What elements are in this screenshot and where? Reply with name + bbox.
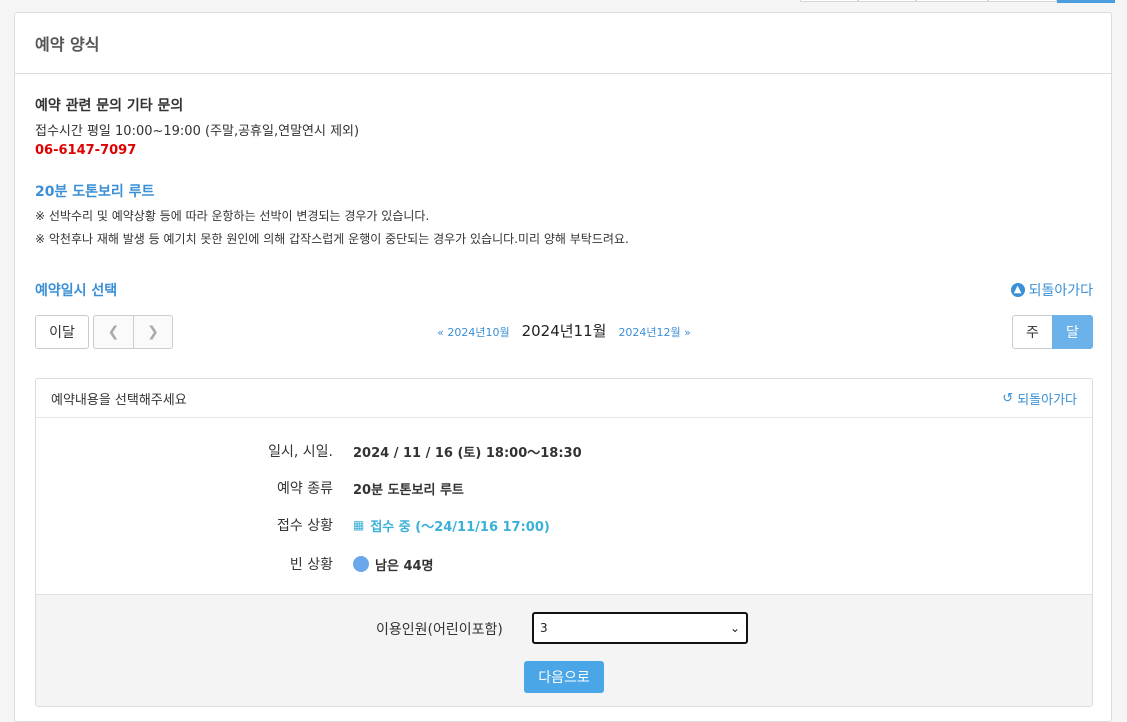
notice-vessel-change: ※ 선박수리 및 예약상황 등에 따라 운항하는 선박이 변경되는 경우가 있습… (35, 209, 430, 223)
undo-icon: ↺ (1002, 390, 1014, 406)
double-chevron-right-icon: » (684, 326, 691, 339)
month-navigation: « 2024년10월 2024년11월 2024년12월 » (35, 320, 1093, 341)
reservation-form-panel: 예약 양식 예약 관련 문의 기타 문의 접수시간 평일 10:00~19:00… (14, 12, 1112, 722)
top-tabs (800, 0, 1115, 3)
detail-row-availability: 빈 상황 남은 44명 (36, 554, 1092, 574)
reception-hours: 접수시간 평일 10:00~19:00 (주말,공휴일,연말연시 제외) (35, 124, 360, 139)
detail-row-type: 예약 종류 20분 도톤보리 루트 (277, 481, 464, 498)
chevron-down-icon: ⌄ (729, 621, 740, 635)
notice-weather: ※ 악천후나 재해 발생 등 예기치 못한 원인에 의해 갑작스럽게 운행이 중… (35, 232, 629, 246)
route-title: 20분 도톤보리 루트 (35, 184, 155, 200)
detail-heading: 예약내용을 선택해주세요 ↺ 되돌아가다 (36, 379, 1092, 418)
next-month-link[interactable]: 2024년12월 » (618, 324, 690, 340)
inquiry-title: 예약 관련 문의 기타 문의 (35, 98, 184, 114)
people-form: 이용인원(어린이포함) 3 ⌄ 다음으로 (36, 594, 1092, 706)
panel-title: 예약 양식 (15, 13, 1111, 74)
month-view-button[interactable]: 달 (1052, 315, 1093, 349)
top-tab[interactable] (988, 0, 1057, 2)
detail-row-status: 접수 상황 ▦ 접수 중 (～24/11/16 17:00) (36, 515, 1092, 535)
back-link-top[interactable]: ▲ 되돌아가다 (1010, 280, 1093, 300)
people-select[interactable]: 3 ⌄ (532, 612, 748, 644)
prev-month-link[interactable]: « 2024년10월 (437, 324, 509, 340)
current-month: 2024년11월 (521, 322, 607, 340)
availability-value: 남은 44명 (375, 558, 434, 574)
reservation-detail-panel: 예약내용을 선택해주세요 ↺ 되돌아가다 일시, 시일. 2024 / 11 /… (35, 378, 1093, 707)
next-step-button[interactable]: 다음으로 (524, 661, 604, 693)
detail-back-link[interactable]: ↺ 되돌아가다 (1002, 389, 1077, 408)
detail-heading-text: 예약내용을 선택해주세요 (51, 392, 187, 408)
status-value: 접수 중 (～24/11/16 17:00) (370, 519, 550, 535)
double-chevron-left-icon: « (437, 326, 444, 339)
arrow-up-circle-icon: ▲ (1010, 283, 1025, 297)
top-tab-active[interactable] (1057, 0, 1115, 3)
top-tab[interactable] (858, 0, 916, 2)
availability-dot-icon (353, 556, 369, 572)
detail-row-datetime: 일시, 시일. 2024 / 11 / 16 (토) 18:00～18:30 (268, 444, 582, 461)
week-view-button[interactable]: 주 (1012, 315, 1053, 349)
top-tab[interactable] (800, 0, 858, 2)
date-select-title: 예약일시 선택 (35, 283, 118, 299)
phone-number: 06-6147-7097 (35, 143, 137, 158)
people-label: 이용인원(어린이포함) (376, 622, 503, 638)
calendar-icon: ▦ (353, 518, 365, 532)
top-tab[interactable] (916, 0, 988, 2)
back-link-label: 되돌아가다 (1028, 283, 1093, 299)
